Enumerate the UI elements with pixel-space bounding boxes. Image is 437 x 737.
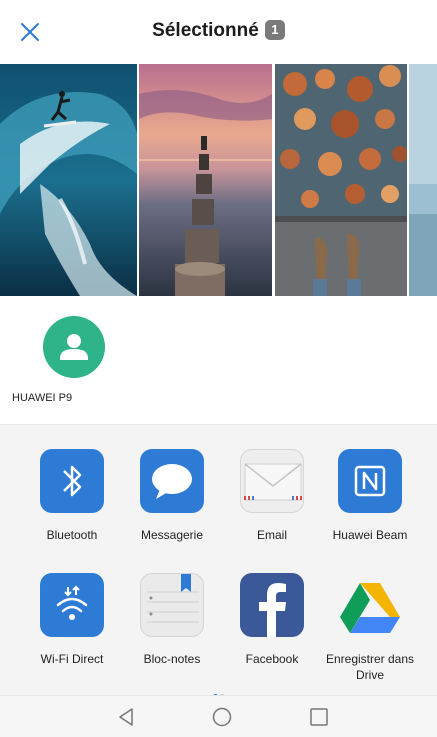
recents-square-icon[interactable]	[307, 705, 331, 729]
selected-photos-strip[interactable]	[0, 64, 437, 298]
sunset-pier-photo[interactable]	[139, 64, 272, 296]
notepad-icon	[140, 573, 204, 637]
app-label: Enregistrer dans Drive	[325, 652, 415, 682]
message-bubble-icon	[140, 449, 204, 513]
app-facebook[interactable]: Facebook	[222, 573, 322, 667]
app-label: Bluetooth	[46, 528, 98, 542]
app-enregistrer-dans-drive[interactable]: Enregistrer dans Drive	[320, 573, 420, 683]
app-label: Bloc-notes	[143, 652, 201, 666]
back-triangle-icon[interactable]	[114, 705, 138, 729]
home-circle-icon[interactable]	[210, 705, 234, 729]
title-text: Sélectionné	[152, 20, 259, 41]
envelope-icon	[240, 449, 304, 513]
autumn-leaves-photo[interactable]	[275, 64, 407, 296]
device-label: HUAWEI P9	[12, 392, 73, 404]
app-messagerie[interactable]: Messagerie	[122, 449, 222, 543]
page-title: Sélectionné 1	[0, 20, 437, 42]
device-huawei-p9[interactable]: HUAWEI P9	[12, 316, 122, 404]
wifi-direct-icon	[40, 573, 104, 637]
app-huawei-beam[interactable]: Huawei Beam	[320, 449, 420, 543]
person-icon	[43, 316, 105, 378]
surfer-wave-photo[interactable]	[0, 64, 137, 296]
system-navigation-bar	[0, 695, 437, 737]
app-label: Facebook	[245, 652, 299, 666]
app-label: Email	[256, 528, 287, 542]
top-bar: Sélectionné 1	[0, 0, 437, 64]
google-drive-icon	[338, 573, 402, 637]
nearby-devices-section: HUAWEI P9	[0, 298, 437, 424]
app-bluetooth[interactable]: Bluetooth	[22, 449, 122, 543]
app-label: Messagerie	[140, 528, 204, 542]
frozen-lake-photo[interactable]	[409, 64, 437, 296]
app-label: Wi-Fi Direct	[40, 652, 104, 666]
app-label: Huawei Beam	[332, 528, 408, 542]
app-bloc-notes[interactable]: Bloc-notes	[122, 573, 222, 667]
nfc-icon	[338, 449, 402, 513]
app-wifi-direct[interactable]: Wi-Fi Direct	[22, 573, 122, 667]
selected-count-badge: 1	[264, 20, 285, 40]
bluetooth-icon	[40, 449, 104, 513]
facebook-icon	[240, 573, 304, 637]
share-apps-grid: Bluetooth Messagerie Email Huawei Beam W…	[0, 425, 437, 695]
app-email[interactable]: Email	[222, 449, 322, 543]
